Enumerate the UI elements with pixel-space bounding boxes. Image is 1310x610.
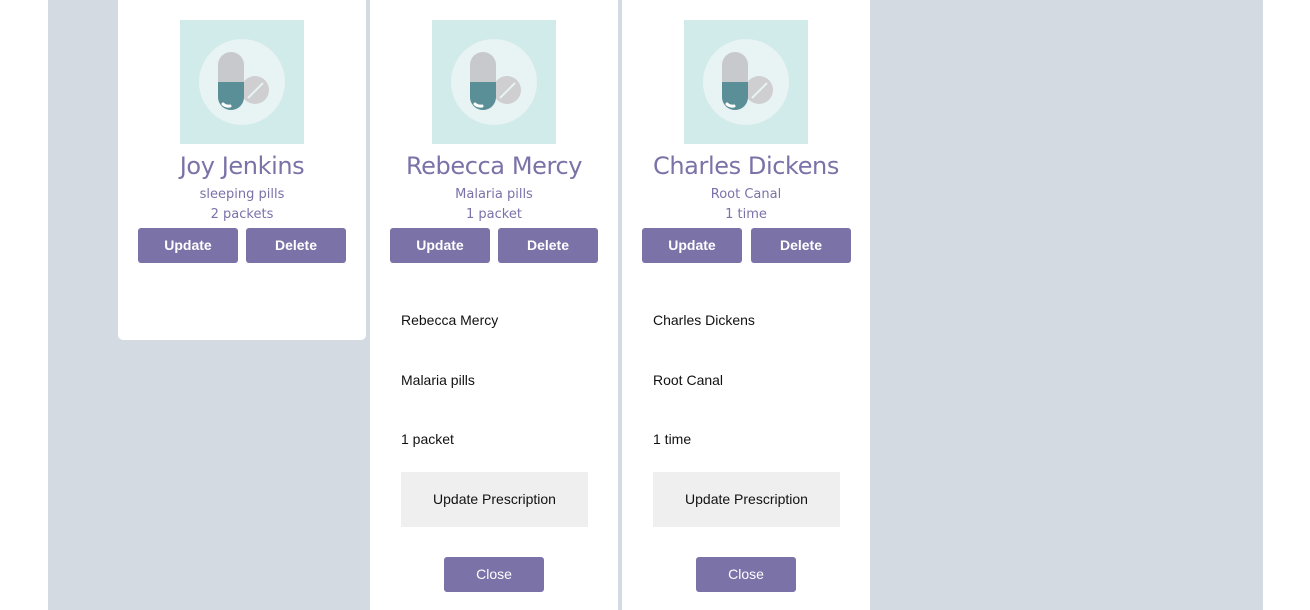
medication-quantity: 2 packets (210, 207, 274, 222)
delete-button[interactable]: Delete (751, 228, 851, 263)
update-prescription-button[interactable]: Update Prescription (653, 472, 840, 527)
update-button[interactable]: Update (138, 228, 238, 263)
name-field[interactable]: Charles Dickens (653, 312, 755, 328)
medication-quantity: 1 time (725, 207, 767, 222)
prescription-card: Rebecca Mercy Malaria pills 1 packet Upd… (370, 0, 618, 610)
close-button[interactable]: Close (696, 557, 796, 592)
medication-field[interactable]: Root Canal (653, 372, 723, 388)
quantity-field[interactable]: 1 packet (401, 431, 454, 447)
pills-icon (432, 20, 556, 144)
patient-name: Rebecca Mercy (405, 152, 583, 180)
prescription-card: Charles Dickens Root Canal 1 time Update… (622, 0, 870, 610)
medication-quantity: 1 packet (466, 207, 522, 222)
name-field[interactable]: Rebecca Mercy (401, 312, 498, 328)
pills-icon (684, 20, 808, 144)
delete-button[interactable]: Delete (498, 228, 598, 263)
prescription-card: Joy Jenkins sleeping pills 2 packets Upd… (118, 0, 366, 340)
patient-name: Joy Jenkins (179, 152, 305, 180)
medication-name: Root Canal (710, 187, 782, 202)
medication-name: sleeping pills (199, 187, 285, 202)
pills-icon (180, 20, 304, 144)
quantity-field[interactable]: 1 time (653, 431, 691, 447)
update-button[interactable]: Update (642, 228, 742, 263)
delete-button[interactable]: Delete (246, 228, 346, 263)
patient-name: Charles Dickens (653, 152, 839, 180)
update-prescription-button[interactable]: Update Prescription (401, 472, 588, 527)
medication-name: Malaria pills (455, 187, 533, 202)
update-button[interactable]: Update (390, 228, 490, 263)
close-button[interactable]: Close (444, 557, 544, 592)
medication-field[interactable]: Malaria pills (401, 372, 475, 388)
